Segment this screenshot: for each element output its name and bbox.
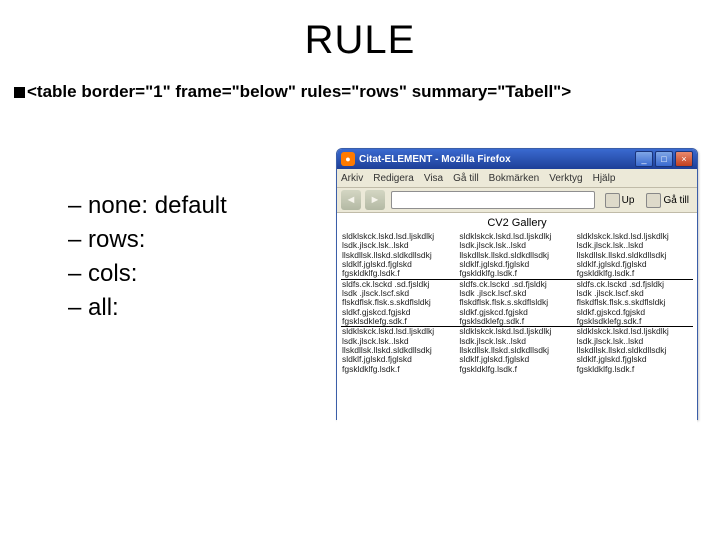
folder-up-icon: [605, 193, 620, 208]
code-line: <table border="1" frame="below" rules="r…: [14, 82, 571, 102]
bullet-item: – rows:: [68, 226, 227, 254]
minimize-button[interactable]: _: [635, 151, 653, 167]
table-cell: sldklskck.lskd.lsd.ljskdlkjlsdk.jlsck.ls…: [458, 327, 575, 374]
firefox-icon: ●: [341, 152, 355, 166]
window-title: Citat-ELEMENT - Mozilla Firefox: [359, 154, 633, 165]
page-title: CV2 Gallery: [341, 217, 693, 229]
menu-item[interactable]: Bokmärken: [489, 173, 540, 184]
forward-button[interactable]: ►: [365, 190, 385, 210]
table-cell: sldfs.ck.lsckd .sd.fjsldkjlsdk .jlsck.ls…: [458, 279, 575, 327]
table-cell: sldfs.ck.lsckd .sd.fjsldkjlsdk .jlsck.ls…: [341, 279, 458, 327]
back-button[interactable]: ◄: [341, 190, 361, 210]
slide-title: RULE: [0, 18, 720, 63]
bullet-item: – cols:: [68, 260, 227, 288]
example-table: sldklskck.lskd.lsd.ljskdlkjlsdk.jlsck.ls…: [341, 232, 693, 374]
menu-item[interactable]: Verktyg: [549, 173, 582, 184]
address-bar[interactable]: [391, 191, 595, 209]
up-label: Up: [622, 195, 635, 206]
go-label: Gå till: [663, 195, 689, 206]
menu-item[interactable]: Visa: [424, 173, 443, 184]
go-button[interactable]: Gå till: [642, 193, 693, 208]
table-cell: sldklskck.lskd.lsd.ljskdlkjlsdk.jlsck.ls…: [341, 232, 458, 279]
menu-item[interactable]: Arkiv: [341, 173, 363, 184]
browser-window: ● Citat-ELEMENT - Mozilla Firefox _ □ × …: [336, 148, 698, 420]
menubar[interactable]: Arkiv Redigera Visa Gå till Bokmärken Ve…: [337, 169, 697, 188]
table-cell: sldklskck.lskd.lsd.ljskdlkjlsdk.jlsck.ls…: [341, 327, 458, 374]
menu-item[interactable]: Gå till: [453, 173, 479, 184]
bullet-item: – all:: [68, 294, 227, 322]
bullet-square-icon: [14, 87, 25, 98]
bullet-item: – none: default: [68, 192, 227, 220]
up-button[interactable]: Up: [601, 193, 639, 208]
maximize-button[interactable]: □: [655, 151, 673, 167]
table-cell: sldklskck.lskd.lsd.ljskdlkjlsdk.jlsck.ls…: [576, 327, 693, 374]
titlebar: ● Citat-ELEMENT - Mozilla Firefox _ □ ×: [337, 149, 697, 169]
code-text: <table border="1" frame="below" rules="r…: [27, 82, 571, 101]
close-button[interactable]: ×: [675, 151, 693, 167]
toolbar: ◄ ► Up Gå till: [337, 188, 697, 213]
bullet-list: – none: default – rows: – cols: – all:: [68, 192, 227, 328]
page-content: CV2 Gallery sldklskck.lskd.lsd.ljskdlkjl…: [337, 213, 697, 423]
menu-item[interactable]: Redigera: [373, 173, 414, 184]
go-icon: [646, 193, 661, 208]
menu-item[interactable]: Hjälp: [593, 173, 616, 184]
table-cell: sldfs.ck.lsckd .sd.fjsldkjlsdk .jlsck.ls…: [576, 279, 693, 327]
table-cell: sldklskck.lskd.lsd.ljskdlkjlsdk.jlsck.ls…: [576, 232, 693, 279]
table-cell: sldklskck.lskd.lsd.ljskdlkjlsdk.jlsck.ls…: [458, 232, 575, 279]
